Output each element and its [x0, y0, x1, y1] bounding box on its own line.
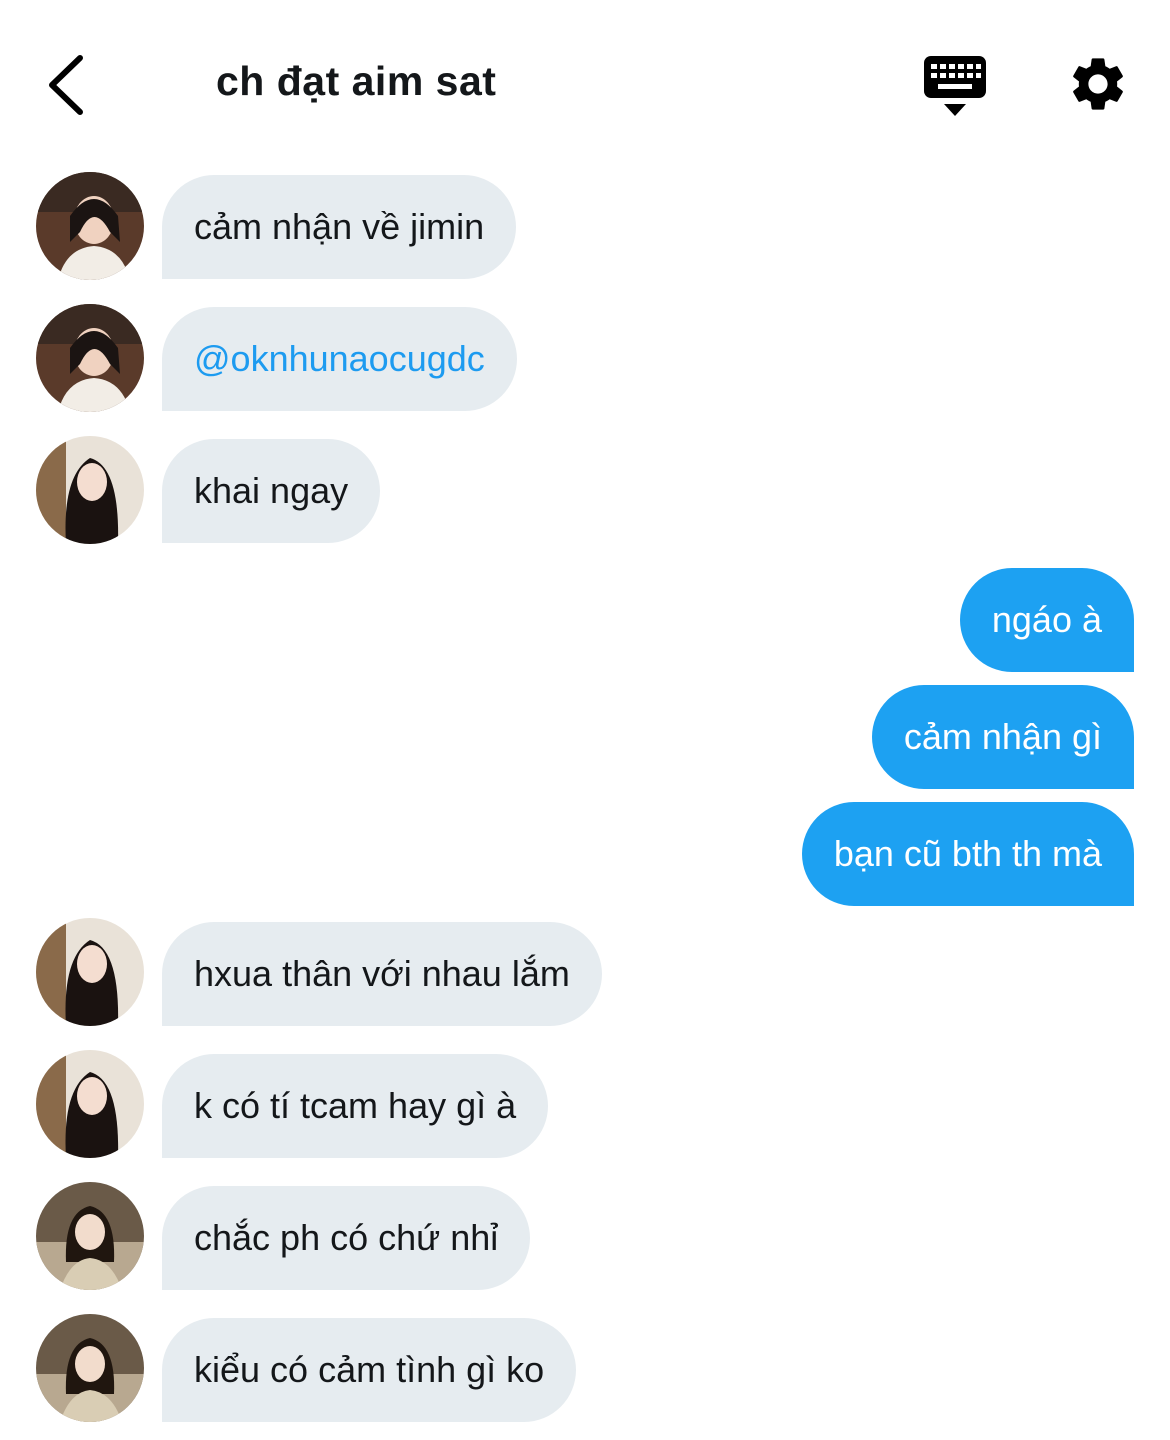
message-bubble-incoming[interactable]: hxua thân với nhau lắm — [162, 922, 602, 1026]
message-text: cảm nhận về jimin — [194, 206, 485, 247]
profile-photo — [36, 304, 144, 412]
avatar[interactable] — [36, 1314, 144, 1422]
message-bubble-outgoing[interactable]: cảm nhận gì — [871, 685, 1134, 789]
message-bubble-outgoing[interactable]: bạn cũ bth th mà — [801, 802, 1134, 906]
profile-photo — [36, 436, 144, 544]
profile-photo — [36, 1182, 144, 1290]
message-text: k có tí tcam hay gì à — [194, 1085, 517, 1126]
message-text: chắc ph có chứ nhỉ — [194, 1217, 499, 1258]
avatar[interactable] — [36, 436, 144, 544]
avatar[interactable] — [36, 304, 144, 412]
mention-link[interactable]: @oknhunaocugdc — [194, 338, 485, 380]
keyboard-button[interactable] — [922, 54, 988, 118]
message-text: kiểu có cảm tình gì ko — [194, 1349, 545, 1390]
message-bubble-incoming[interactable]: cảm nhận về jimin — [162, 175, 517, 279]
back-button[interactable] — [40, 50, 96, 120]
keyboard-icon — [924, 56, 986, 116]
message-text: khai ngay — [194, 470, 349, 511]
conversation-header: ch đạt aim sat — [0, 0, 1170, 160]
message-bubble-outgoing[interactable]: ngáo à — [959, 568, 1134, 672]
settings-button[interactable] — [1066, 52, 1130, 116]
chevron-left-icon — [49, 55, 83, 115]
message-bubble-incoming[interactable]: k có tí tcam hay gì à — [162, 1054, 549, 1158]
profile-photo — [36, 1314, 144, 1422]
avatar[interactable] — [36, 918, 144, 1026]
profile-photo — [36, 918, 144, 1026]
message-bubble-incoming[interactable]: @oknhunaocugdc — [162, 307, 517, 411]
profile-photo — [36, 1050, 144, 1158]
message-text: hxua thân với nhau lắm — [194, 953, 570, 994]
message-bubble-incoming[interactable]: kiểu có cảm tình gì ko — [162, 1318, 577, 1422]
profile-photo — [36, 172, 144, 280]
message-text: ngáo à — [991, 599, 1102, 640]
message-text: cảm nhận gì — [903, 716, 1102, 757]
avatar[interactable] — [36, 1050, 144, 1158]
message-bubble-incoming[interactable]: chắc ph có chứ nhỉ — [162, 1186, 531, 1290]
gear-icon — [1073, 58, 1123, 110]
message-bubble-incoming[interactable]: khai ngay — [162, 439, 381, 543]
avatar[interactable] — [36, 1182, 144, 1290]
conversation-title: ch đạt aim sat — [216, 58, 497, 104]
avatar[interactable] — [36, 172, 144, 280]
message-text: bạn cũ bth th mà — [833, 833, 1102, 874]
